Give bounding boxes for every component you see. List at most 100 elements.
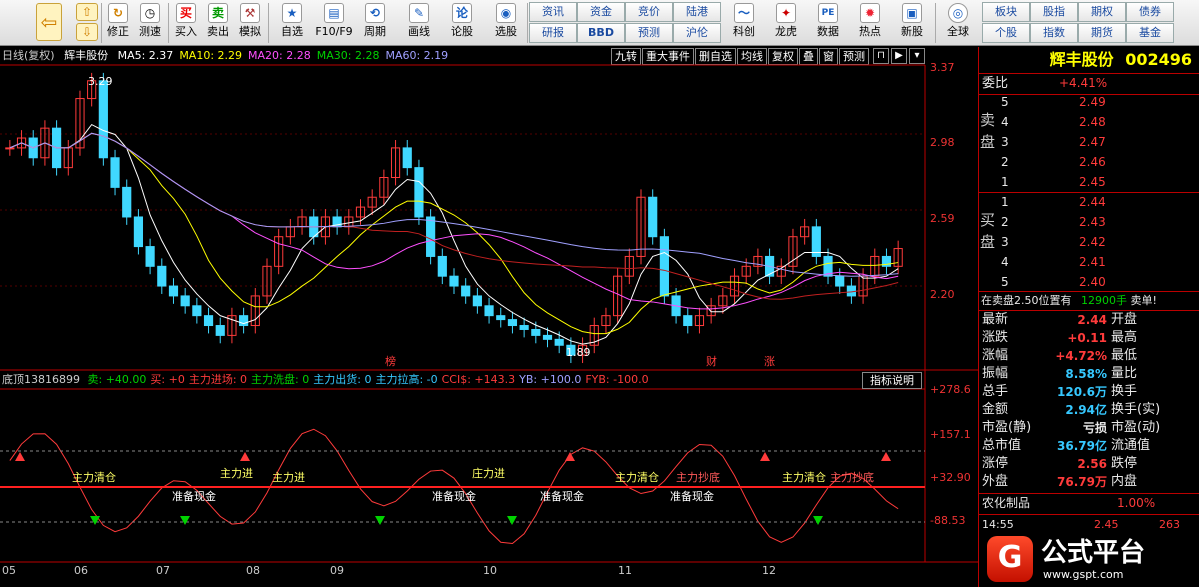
buy-button[interactable]: 买 买入 bbox=[171, 2, 201, 44]
global-button[interactable]: ◎ 全球 bbox=[938, 2, 978, 44]
bbd-button[interactable]: BBD bbox=[577, 23, 625, 43]
signal-annotation: 主力抄底 bbox=[830, 471, 874, 484]
research-button[interactable]: 研报 bbox=[529, 23, 577, 43]
buy-row[interactable]: 3 2.42 bbox=[979, 233, 1199, 252]
price-axis-label: 3.37 bbox=[930, 61, 955, 74]
select-stock-icon: ◉ bbox=[496, 3, 516, 23]
buy-row[interactable]: 2 2.43 bbox=[979, 213, 1199, 232]
fund-button[interactable]: 资金 bbox=[577, 2, 625, 22]
bonds-button[interactable]: 债券 bbox=[1126, 2, 1174, 22]
date-axis-label: 12 bbox=[762, 564, 776, 577]
sector-button[interactable]: 板块 bbox=[982, 2, 1030, 22]
shanghai-london-button[interactable]: 沪伦 bbox=[673, 23, 721, 43]
indicator-value: 卖: +40.00 bbox=[87, 373, 147, 386]
candle-body bbox=[426, 216, 436, 257]
discuss-label: 论股 bbox=[451, 25, 473, 38]
stat-label: 总手 bbox=[982, 384, 1009, 399]
signal-annotation: 主力进 bbox=[220, 467, 253, 480]
sell-row[interactable]: 2 2.46 bbox=[979, 153, 1199, 172]
select-stock-label: 选股 bbox=[495, 25, 517, 38]
speedtest-label: 测速 bbox=[139, 25, 161, 38]
kechuang-button[interactable]: 〜 科创 bbox=[726, 2, 762, 44]
buy-level: 5 bbox=[1001, 275, 1009, 289]
stock-index-button[interactable]: 股指 bbox=[1030, 2, 1078, 22]
sell-row[interactable]: 1 2.45 bbox=[979, 173, 1199, 192]
select-stock-button[interactable]: ◉ 选股 bbox=[486, 2, 526, 44]
ipo-label: 新股 bbox=[901, 25, 923, 38]
sell-row[interactable]: 4 2.48 bbox=[979, 113, 1199, 132]
drawline-button[interactable]: ✎ 画线 bbox=[402, 2, 436, 44]
options-button[interactable]: 期权 bbox=[1078, 2, 1126, 22]
dragon-tiger-icon: ✦ bbox=[776, 3, 796, 23]
kline-svg[interactable] bbox=[0, 47, 978, 587]
sell-price: 2.49 bbox=[1079, 95, 1106, 109]
refresh-icon: ↻ bbox=[108, 3, 128, 23]
candle-body bbox=[98, 80, 108, 159]
indicator-value: 主力拉高: -0 bbox=[375, 373, 438, 386]
price-axis-label: 2.59 bbox=[930, 212, 955, 225]
buy-signal-arrow bbox=[240, 452, 250, 461]
index-button[interactable]: 指数 bbox=[1030, 23, 1078, 43]
simulate-button[interactable]: ⚒ 模拟 bbox=[235, 2, 265, 44]
stat-label: 最新 bbox=[982, 312, 1009, 327]
ipo-icon: ▣ bbox=[902, 3, 922, 23]
candle-body bbox=[472, 295, 482, 307]
event-label-limit-up[interactable]: 涨 bbox=[764, 353, 775, 369]
kechuang-icon: 〜 bbox=[734, 3, 754, 23]
news-button[interactable]: 资讯 bbox=[529, 2, 577, 22]
stat-label: 外盘 bbox=[982, 474, 1009, 489]
panel-stock-code: 002496 bbox=[1125, 50, 1192, 69]
dragon-tiger-button[interactable]: ✦ 龙虎 bbox=[768, 2, 804, 44]
ipo-button[interactable]: ▣ 新股 bbox=[894, 2, 930, 44]
sell-button[interactable]: 卖 卖出 bbox=[203, 2, 233, 44]
buy-row[interactable]: 4 2.41 bbox=[979, 253, 1199, 272]
futures-button[interactable]: 期货 bbox=[1078, 23, 1126, 43]
candle-body bbox=[496, 315, 506, 321]
stat-value: 8.58% bbox=[1065, 367, 1107, 381]
event-label-list[interactable]: 榜 bbox=[385, 353, 396, 369]
sell-level: 2 bbox=[1001, 155, 1009, 169]
ma5-line bbox=[9, 123, 899, 345]
refresh-button[interactable]: ↻ 修正 bbox=[103, 2, 133, 44]
order-notice[interactable]: 在卖盘2.50位置有 12900手 卖单! bbox=[979, 291, 1199, 310]
dragon-tiger-label: 龙虎 bbox=[775, 25, 797, 38]
star-icon: ★ bbox=[282, 3, 302, 23]
funds-button[interactable]: 基金 bbox=[1126, 23, 1174, 43]
buy-row[interactable]: 1 2.44 bbox=[979, 193, 1199, 212]
discuss-button[interactable]: 论 论股 bbox=[445, 2, 479, 44]
stat-value: 2.56 bbox=[1077, 457, 1107, 471]
favorites-button[interactable]: ★ 自选 bbox=[272, 2, 312, 44]
signal-annotation: 准备现金 bbox=[432, 490, 476, 503]
speedtest-button[interactable]: ◷ 测速 bbox=[135, 2, 165, 44]
candle-body bbox=[542, 334, 553, 340]
f10-button[interactable]: ▤ F10/F9 bbox=[314, 2, 354, 44]
sell-signal-arrow bbox=[507, 516, 517, 525]
drawline-label: 画线 bbox=[408, 25, 430, 38]
stat-label: 市盈(静) bbox=[982, 420, 1032, 435]
down-arrow-icon[interactable]: ⇩ bbox=[76, 23, 98, 41]
hk-connect-button[interactable]: 陆港 bbox=[673, 2, 721, 22]
stat-row: 总手 120.6万 换手 bbox=[979, 383, 1199, 401]
buy-row[interactable]: 5 2.40 bbox=[979, 273, 1199, 292]
sell-row[interactable]: 5 2.49 bbox=[979, 93, 1199, 112]
indicator-values: 卖: +40.00 买: +0 主力进场: 0 主力洗盘: 0 主力出货: 0 主力拉高:… bbox=[84, 373, 649, 386]
forecast-button[interactable]: 预测 bbox=[625, 23, 673, 43]
up-arrow-icon[interactable]: ⇧ bbox=[76, 3, 98, 21]
stat-label-right: 最高 bbox=[1111, 330, 1138, 345]
stat-label-right: 跌停 bbox=[1111, 456, 1138, 471]
back-arrow-icon[interactable]: ⇦ bbox=[36, 3, 62, 41]
stat-label-right: 内盘 bbox=[1111, 474, 1138, 489]
data-button[interactable]: PE 数据 bbox=[810, 2, 846, 44]
event-label-finance[interactable]: 财 bbox=[706, 353, 717, 369]
indicator-explain-button[interactable]: 指标说明 bbox=[862, 372, 922, 389]
ma60-line bbox=[9, 132, 899, 277]
cycle-button[interactable]: ⟲ 周期 bbox=[358, 2, 392, 44]
stat-row: 最新 2.44 开盘 bbox=[979, 311, 1199, 329]
hot-button[interactable]: ✹ 热点 bbox=[852, 2, 888, 44]
auction-button[interactable]: 竞价 bbox=[625, 2, 673, 22]
sector-row[interactable]: 农化制品 1.00% bbox=[979, 494, 1199, 513]
individual-stock-button[interactable]: 个股 bbox=[982, 23, 1030, 43]
hot-icon: ✹ bbox=[860, 3, 880, 23]
indicator-info-line: 底顶13816899 卖: +40.00 买: +0 主力进场: 0 主力洗盘: 0主… bbox=[0, 371, 870, 389]
sell-row[interactable]: 3 2.47 bbox=[979, 133, 1199, 152]
